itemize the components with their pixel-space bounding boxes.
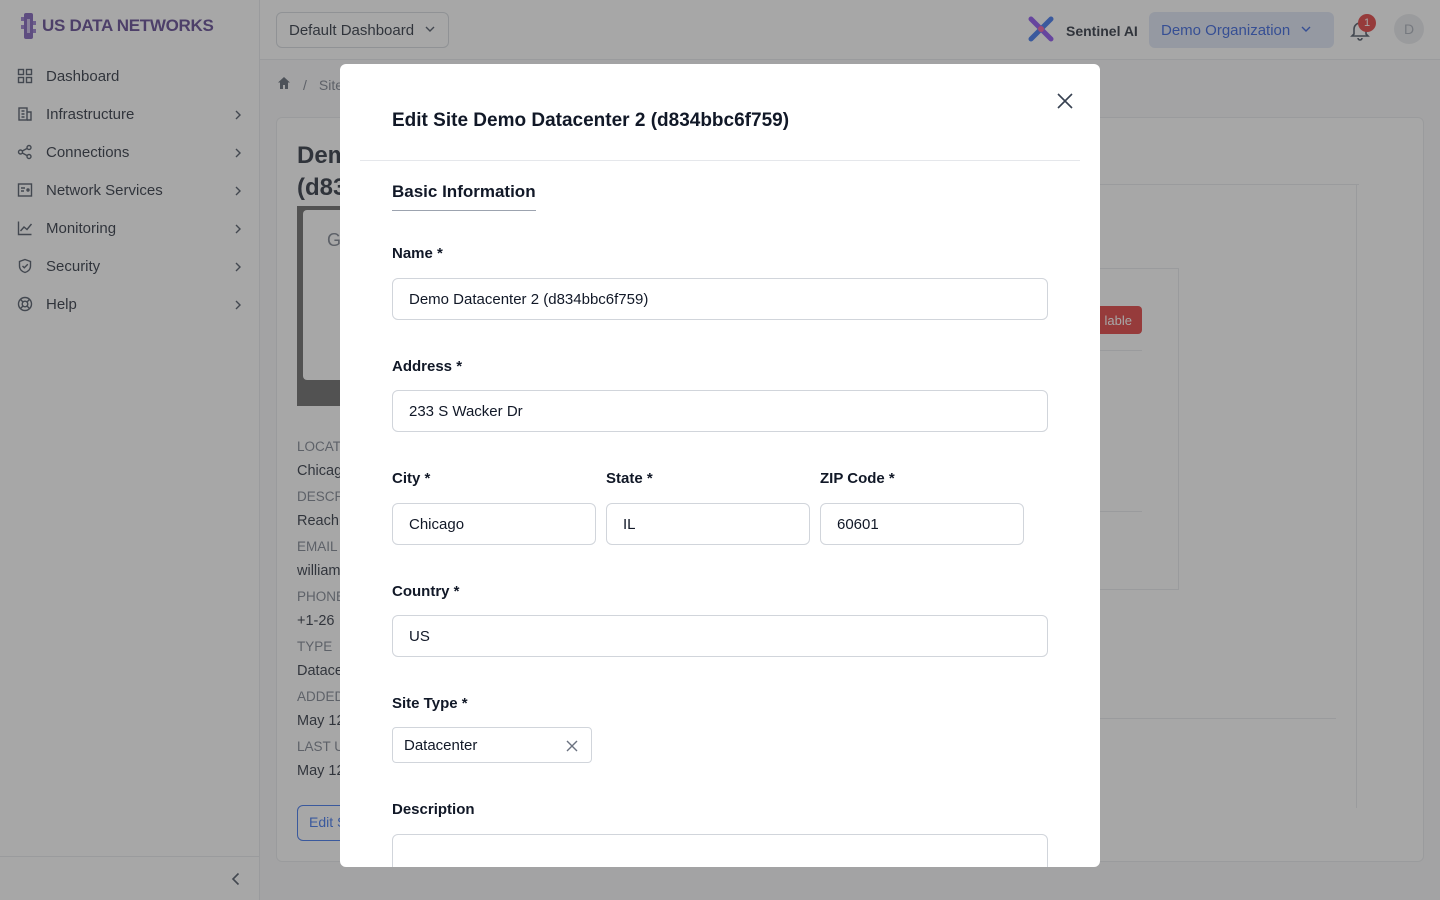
zip-label: ZIP Code * (820, 470, 895, 487)
address-label: Address * (392, 358, 463, 375)
clear-icon[interactable] (565, 739, 579, 753)
zip-field[interactable]: 60601 (820, 503, 1024, 545)
name-field[interactable]: Demo Datacenter 2 (d834bbc6f759) (392, 278, 1048, 320)
description-label: Description (392, 801, 475, 818)
name-label: Name * (392, 245, 443, 262)
tab-basic-information[interactable]: Basic Information (392, 182, 536, 211)
site-type-value: Datacenter (404, 736, 478, 754)
site-type-label: Site Type * (392, 695, 468, 712)
city-field[interactable]: Chicago (392, 503, 596, 545)
modal-title: Edit Site Demo Datacenter 2 (d834bbc6f75… (392, 110, 790, 131)
country-label: Country * (392, 583, 460, 600)
edit-site-modal: Edit Site Demo Datacenter 2 (d834bbc6f75… (340, 64, 1100, 867)
state-field[interactable]: IL (606, 503, 810, 545)
description-field[interactable] (392, 834, 1048, 867)
address-field[interactable]: 233 S Wacker Dr (392, 390, 1048, 432)
site-type-select[interactable]: Datacenter (392, 727, 592, 763)
modal-divider (360, 160, 1080, 161)
city-label: City * (392, 470, 431, 487)
country-field[interactable]: US (392, 615, 1048, 657)
state-label: State * (606, 470, 653, 487)
close-icon[interactable] (1054, 90, 1076, 112)
